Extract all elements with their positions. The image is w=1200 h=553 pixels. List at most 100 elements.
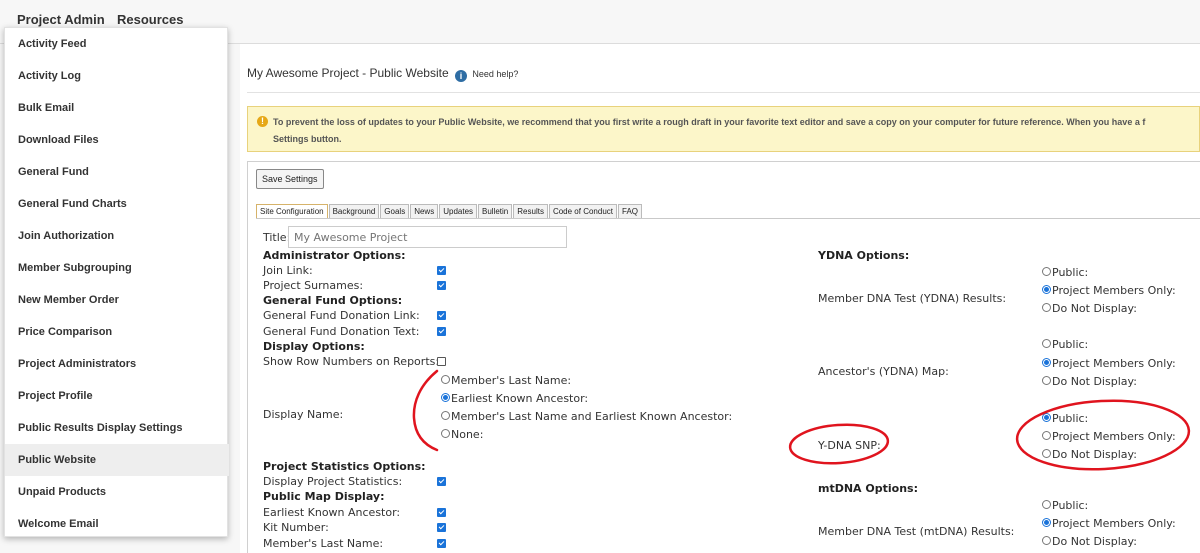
display-name-option-both: Member's Last Name and Earliest Known An… [451,410,733,423]
fund-donation-text-checkbox[interactable] [437,327,446,336]
main-content: My Awesome Project - Public Website i Ne… [240,44,1200,553]
ydna-results-radio-members[interactable] [1042,285,1051,294]
menu-item-project-administrators[interactable]: Project Administrators [5,348,229,380]
display-name-radio-none[interactable] [441,429,450,438]
ydna-snp-radio-members[interactable] [1042,431,1051,440]
map-kit-label: Kit Number: [263,521,329,534]
display-name-option-eka: Earliest Known Ancestor: [451,392,589,405]
title-label: Title: [263,231,291,244]
project-statistics-header: Project Statistics Options: [263,460,426,473]
mtdna-results-option-hide: Do Not Display: [1052,535,1137,548]
display-name-option-none: None: [451,428,484,441]
tab-news[interactable]: News [410,204,439,219]
join-link-checkbox[interactable] [437,266,446,275]
tab-underline [256,218,1200,219]
mtdna-results-radio-public[interactable] [1042,500,1051,509]
display-name-option-last-name: Member's Last Name: [451,374,572,387]
menu-item-price-comparison[interactable]: Price Comparison [5,316,229,348]
tab-bulletin[interactable]: Bulletin [478,204,513,219]
menu-item-join-authorization[interactable]: Join Authorization [5,220,229,252]
ydna-map-radio-hide[interactable] [1042,376,1051,385]
menu-item-member-subgrouping[interactable]: Member Subgrouping [5,252,229,284]
menu-item-new-member-order[interactable]: New Member Order [5,284,229,316]
ydna-snp-label: Y-DNA SNP: [818,439,881,452]
nav-resources[interactable]: Resources [117,12,183,27]
map-last-name-label: Member's Last Name: [263,537,384,550]
menu-item-general-fund-charts[interactable]: General Fund Charts [5,188,229,220]
fund-donation-text-label: General Fund Donation Text: [263,325,420,338]
ydna-snp-option-hide: Do Not Display: [1052,448,1137,461]
map-last-name-checkbox[interactable] [437,539,446,548]
menu-item-activity-log[interactable]: Activity Log [5,60,229,92]
ydna-map-label: Ancestor's (YDNA) Map: [818,365,949,378]
tab-goals[interactable]: Goals [380,204,410,219]
display-name-label: Display Name: [263,408,344,421]
warning-text-line2: Settings button. [273,134,342,144]
menu-item-download-files[interactable]: Download Files [5,124,229,156]
save-settings-button[interactable]: Save Settings [256,169,324,189]
general-fund-options-header: General Fund Options: [263,294,403,307]
map-kit-checkbox[interactable] [437,523,446,532]
display-name-radio-eka[interactable] [441,393,450,402]
ydna-results-option-members: Project Members Only: [1052,284,1176,297]
admin-options-header: Administrator Options: [263,249,406,262]
map-eka-label: Earliest Known Ancestor: [263,506,401,519]
tab-results[interactable]: Results [513,204,548,219]
row-numbers-label: Show Row Numbers on Reports: [263,355,440,368]
ydna-map-option-hide: Do Not Display: [1052,375,1137,388]
display-statistics-label: Display Project Statistics: [263,475,403,488]
display-name-radio-both[interactable] [441,411,450,420]
menu-item-public-website[interactable]: Public Website [5,444,229,476]
tab-bar: Site Configuration Background Goals News Upd… [256,204,643,219]
ydna-results-label: Member DNA Test (YDNA) Results: [818,292,1007,305]
page-title-text: My Awesome Project - Public Website [247,66,449,80]
divider [247,92,1200,93]
ydna-snp-option-members: Project Members Only: [1052,430,1176,443]
menu-item-project-profile[interactable]: Project Profile [5,380,229,412]
map-eka-checkbox[interactable] [437,508,446,517]
ydna-snp-radio-public[interactable] [1042,413,1051,422]
tab-code-of-conduct[interactable]: Code of Conduct [548,204,617,219]
mtdna-results-option-members: Project Members Only: [1052,517,1176,530]
info-icon[interactable]: i [454,70,467,82]
tab-updates[interactable]: Updates [439,204,478,219]
title-input[interactable] [288,226,567,248]
mtdna-results-label: Member DNA Test (mtDNA) Results: [818,525,1015,538]
mtdna-results-radio-hide[interactable] [1042,536,1051,545]
ydna-results-option-public: Public: [1052,266,1089,279]
ydna-snp-radio-hide[interactable] [1042,449,1051,458]
fund-donation-link-label: General Fund Donation Link: [263,309,420,322]
menu-item-activity-feed[interactable]: Activity Feed [5,28,229,60]
tab-background[interactable]: Background [328,204,380,219]
nav-project-admin[interactable]: Project Admin [17,12,105,27]
ydna-options-header: YDNA Options: [818,249,910,262]
join-link-label: Join Link: [263,264,313,277]
ydna-results-radio-public[interactable] [1042,267,1051,276]
menu-item-unpaid-products[interactable]: Unpaid Products [5,476,229,508]
display-options-header: Display Options: [263,340,365,353]
public-map-header: Public Map Display: [263,490,385,503]
tab-faq[interactable]: FAQ [618,204,643,219]
display-name-radio-last-name[interactable] [441,375,450,384]
project-surnames-label: Project Surnames: [263,279,364,292]
warning-icon: ! [257,116,268,127]
menu-item-general-fund[interactable]: General Fund [5,156,229,188]
menu-item-public-results-display-settings[interactable]: Public Results Display Settings [5,412,229,444]
ydna-results-radio-hide[interactable] [1042,303,1051,312]
project-surnames-checkbox[interactable] [437,281,446,290]
ydna-snp-option-public: Public: [1052,412,1089,425]
fund-donation-link-checkbox[interactable] [437,311,446,320]
row-numbers-checkbox[interactable] [437,357,446,366]
tab-site-configuration[interactable]: Site Configuration [256,204,328,219]
menu-item-bulk-email[interactable]: Bulk Email [5,92,229,124]
mtdna-results-radio-members[interactable] [1042,518,1051,527]
page-title: My Awesome Project - Public Website i Ne… [247,66,518,82]
menu-item-welcome-email[interactable]: Welcome Email [5,508,229,540]
ydna-map-option-members: Project Members Only: [1052,357,1176,370]
warning-banner: ! To prevent the loss of updates to your… [247,106,1200,152]
ydna-map-radio-public[interactable] [1042,339,1051,348]
display-statistics-checkbox[interactable] [437,477,446,486]
ydna-map-radio-members[interactable] [1042,358,1051,367]
need-help-link[interactable]: Need help? [472,69,518,79]
warning-text-line1: To prevent the loss of updates to your P… [273,117,1146,127]
